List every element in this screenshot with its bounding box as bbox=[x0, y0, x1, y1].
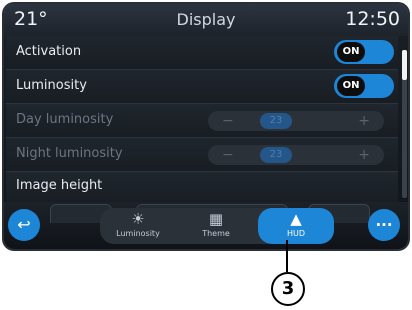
activation-label: Activation bbox=[16, 44, 82, 59]
activation-toggle[interactable]: ON bbox=[334, 40, 394, 64]
more-dots-icon: ··· bbox=[375, 216, 393, 234]
night-luminosity-minus-button[interactable]: − bbox=[222, 145, 234, 165]
activation-toggle-state: ON bbox=[337, 42, 365, 62]
day-luminosity-stepper[interactable]: − 23 + bbox=[208, 111, 384, 131]
tab-theme-label: Theme bbox=[202, 229, 230, 238]
status-bar: 21° Display 12:50 bbox=[4, 4, 408, 36]
callout-leader-line bbox=[286, 240, 288, 272]
tab-hud-label: HUD bbox=[286, 229, 306, 238]
clock: 12:50 bbox=[345, 8, 400, 30]
back-arrow-icon: ↩ bbox=[17, 215, 31, 234]
night-luminosity-stepper[interactable]: − 23 + bbox=[208, 145, 384, 165]
day-luminosity-label: Day luminosity bbox=[16, 112, 114, 127]
luminosity-toggle[interactable]: ON bbox=[334, 74, 394, 98]
scrollbar-thumb[interactable] bbox=[402, 50, 407, 80]
scrollbar[interactable] bbox=[402, 50, 407, 198]
setting-luminosity[interactable]: Luminosity ON bbox=[6, 70, 398, 104]
night-luminosity-label: Night luminosity bbox=[16, 146, 123, 161]
setting-activation[interactable]: Activation ON bbox=[6, 36, 398, 70]
day-luminosity-minus-button[interactable]: − bbox=[222, 111, 234, 131]
day-luminosity-value: 23 bbox=[260, 113, 292, 129]
hud-icon: ▲ bbox=[290, 210, 302, 228]
tab-luminosity[interactable]: ☀ Luminosity bbox=[100, 208, 176, 244]
night-luminosity-value: 23 bbox=[260, 147, 292, 163]
more-options-button[interactable]: ··· bbox=[368, 209, 400, 241]
tab-hud[interactable]: ▲ HUD bbox=[258, 208, 334, 244]
theme-icon: ▦ bbox=[208, 210, 224, 228]
setting-day-luminosity: Day luminosity − 23 + bbox=[6, 104, 398, 138]
night-luminosity-plus-button[interactable]: + bbox=[358, 145, 370, 165]
display-screen: 21° Display 12:50 Activation ON Luminosi… bbox=[4, 4, 408, 249]
bottom-bar: ↩ ☀ Luminosity ▦ Theme ▲ HUD ··· bbox=[4, 202, 408, 249]
tab-luminosity-label: Luminosity bbox=[116, 229, 160, 238]
setting-night-luminosity: Night luminosity − 23 + bbox=[6, 138, 398, 172]
day-luminosity-plus-button[interactable]: + bbox=[358, 111, 370, 131]
luminosity-toggle-state: ON bbox=[337, 76, 365, 96]
setting-image-height[interactable]: Image height bbox=[6, 172, 398, 205]
back-button[interactable]: ↩ bbox=[8, 209, 40, 241]
image-height-label: Image height bbox=[16, 178, 103, 193]
tab-bar: ☀ Luminosity ▦ Theme ▲ HUD bbox=[100, 208, 334, 244]
tab-theme[interactable]: ▦ Theme bbox=[178, 208, 254, 244]
sun-icon: ☀ bbox=[131, 210, 145, 228]
luminosity-label: Luminosity bbox=[16, 78, 87, 93]
callout-marker: 3 bbox=[271, 272, 305, 306]
